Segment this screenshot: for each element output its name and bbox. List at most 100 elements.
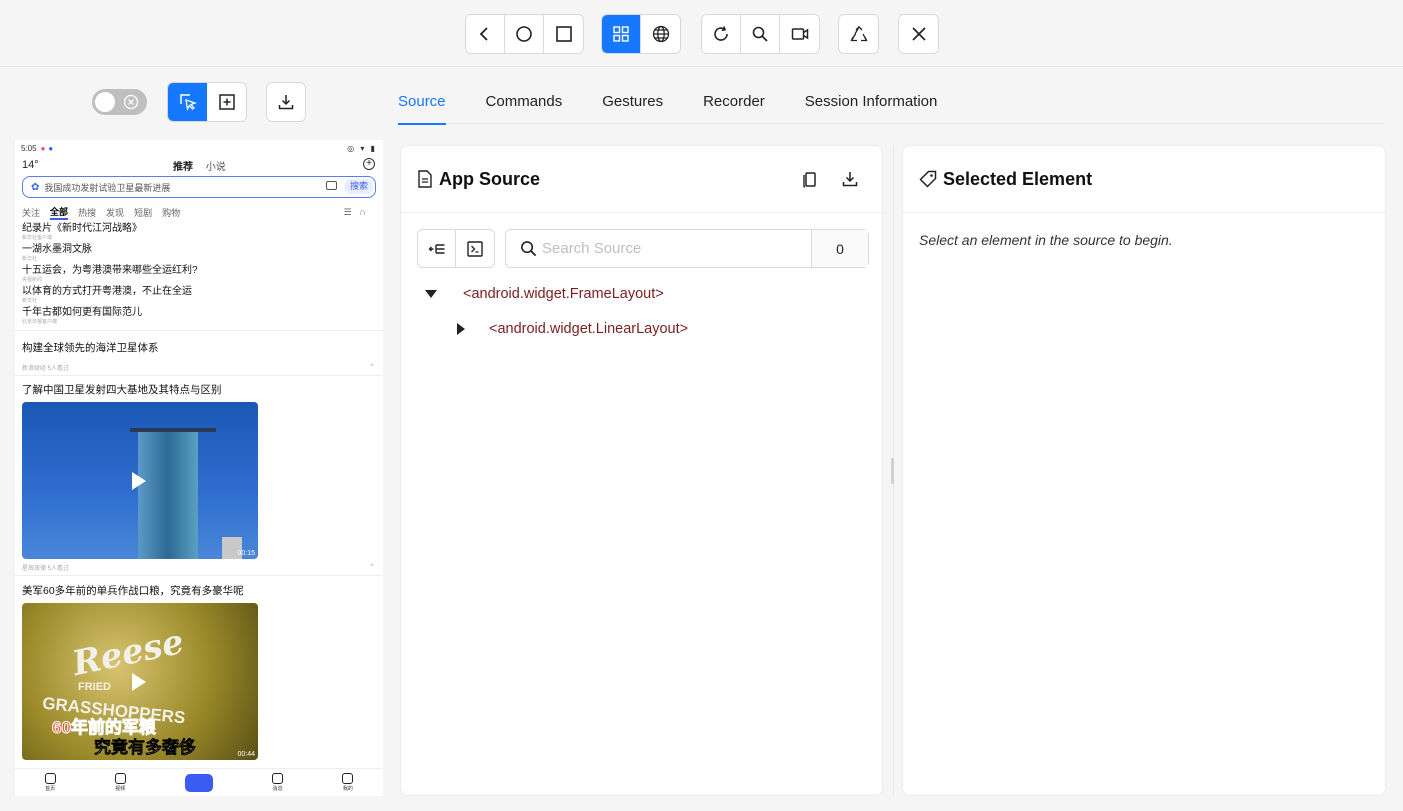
tag-icon bbox=[919, 170, 937, 188]
interaction-mode-group bbox=[167, 82, 247, 122]
caret-down-icon[interactable] bbox=[425, 290, 437, 298]
news-item[interactable]: 美军60多年前的单兵作战口粮，究竟有多豪华呢 Reese FRIED GRASS… bbox=[15, 579, 383, 760]
divider bbox=[15, 575, 383, 576]
close-icon[interactable]: × bbox=[370, 363, 374, 369]
nav-label: 消息 bbox=[272, 786, 283, 792]
video-camera-icon bbox=[791, 28, 808, 40]
menu-icon[interactable]: ☰ bbox=[343, 207, 351, 218]
close-session-button[interactable] bbox=[899, 15, 938, 53]
tab-commands[interactable]: Commands bbox=[486, 80, 563, 124]
camera-icon[interactable] bbox=[326, 181, 337, 190]
hot-item[interactable]: 千年古都如何更有国际范儿 北京日报客户端 bbox=[22, 306, 376, 327]
close-group bbox=[898, 14, 939, 54]
category-item[interactable]: 发现 bbox=[106, 206, 124, 219]
nav-profile[interactable]: 我的 bbox=[342, 773, 354, 792]
device-tab-novel[interactable]: 小说 bbox=[206, 162, 226, 173]
device-search-bar[interactable]: ✿ 我国成功发射试验卫星最新进展 搜索 bbox=[22, 176, 376, 198]
download-icon[interactable] bbox=[841, 170, 859, 188]
hot-item[interactable]: 以体育的方式打开粤港澳，不止在全运 新华社 bbox=[22, 285, 376, 306]
square-icon bbox=[555, 26, 572, 42]
video-thumbnail[interactable]: 00:15 bbox=[22, 402, 258, 559]
nav-label: 视频 bbox=[115, 786, 126, 792]
inspector-tabs: Source Commands Gestures Recorder Sessio… bbox=[398, 80, 1384, 125]
toggle-attributes-button[interactable] bbox=[418, 230, 456, 267]
native-mode-button[interactable] bbox=[602, 15, 641, 53]
hot-item[interactable]: 纪录片《新时代江河战略》 新华社客户端 bbox=[22, 222, 376, 243]
device-search-text: 我国成功发射试验卫星最新进展 bbox=[44, 182, 171, 193]
selected-element-title: Selected Element bbox=[943, 168, 1093, 189]
caret-right-icon[interactable] bbox=[457, 323, 465, 335]
category-item[interactable]: 短剧 bbox=[134, 206, 152, 219]
empty-selection-message: Select an element in the source to begin… bbox=[919, 232, 1173, 248]
search-button[interactable] bbox=[741, 15, 780, 53]
record-button[interactable] bbox=[780, 15, 819, 53]
news-title: 美军60多年前的单兵作战口粮，究竟有多豪华呢 bbox=[22, 585, 244, 597]
home-button[interactable] bbox=[505, 15, 544, 53]
tab-session-information[interactable]: Session Information bbox=[805, 80, 938, 124]
tap-coordinates-button[interactable] bbox=[207, 83, 246, 121]
tree-node-linearlayout[interactable]: <android.widget.LinearLayout> bbox=[457, 321, 688, 337]
video-brand-text: Reese bbox=[69, 621, 188, 685]
hot-item[interactable]: 一湖水墨洞文脉 新华社 bbox=[22, 243, 376, 264]
news-meta: 新浪财经 5人看过 × bbox=[22, 363, 376, 372]
category-item[interactable]: 热搜 bbox=[78, 206, 96, 219]
source-search-input[interactable] bbox=[506, 230, 811, 267]
category-item[interactable]: 购物 bbox=[162, 206, 180, 219]
plus-square-icon bbox=[218, 94, 235, 110]
add-icon[interactable]: + bbox=[363, 158, 375, 170]
nav-label: 首页 bbox=[45, 786, 56, 792]
device-header: 14° 推荐 小说 + bbox=[15, 156, 383, 174]
category-item[interactable]: 关注 bbox=[22, 206, 40, 219]
news-meta: 星辰旅律 5人看过 × bbox=[22, 563, 376, 572]
resize-handle[interactable] bbox=[891, 458, 894, 484]
tower-shape bbox=[138, 432, 198, 559]
refresh-button[interactable] bbox=[702, 15, 741, 53]
hot-item-title: 以体育的方式打开粤港澳，不止在全运 bbox=[22, 286, 192, 297]
tree-node-label: <android.widget.FrameLayout> bbox=[463, 286, 664, 302]
app-icon: ● bbox=[40, 143, 46, 153]
hot-item-source: 北京日报客户端 bbox=[22, 319, 58, 325]
app-switch-button[interactable] bbox=[544, 15, 583, 53]
news-item[interactable]: 构建全球领先的海洋卫星体系 新浪财经 5人看过 × bbox=[15, 334, 383, 372]
hot-item[interactable]: 十五运会，为粤港澳带来哪些全运红利? 央视新闻 bbox=[22, 264, 376, 285]
select-elements-button[interactable] bbox=[168, 83, 207, 121]
close-icon bbox=[911, 27, 926, 41]
terminal-icon bbox=[467, 240, 483, 257]
close-circle-icon bbox=[123, 94, 139, 110]
download-icon bbox=[278, 95, 294, 110]
profile-icon bbox=[342, 773, 354, 784]
tab-recorder[interactable]: Recorder bbox=[703, 80, 765, 124]
copy-xml-button[interactable] bbox=[456, 230, 494, 267]
screenshot-toggle[interactable] bbox=[92, 89, 147, 115]
video-thumbnail[interactable]: Reese FRIED GRASSHOPPERS 60年前的军粮 究竟有多奢侈 … bbox=[22, 603, 258, 760]
nav-voice[interactable] bbox=[184, 773, 213, 792]
grid-icon bbox=[613, 26, 629, 42]
device-tab-recommend[interactable]: 推荐 bbox=[173, 162, 193, 173]
download-screenshot-button[interactable] bbox=[266, 82, 306, 122]
nav-messages[interactable]: 消息 bbox=[272, 773, 284, 792]
category-item[interactable]: 全部 bbox=[50, 205, 69, 220]
play-icon bbox=[132, 673, 146, 691]
nav-video[interactable]: 视频 bbox=[114, 773, 126, 792]
copy-icon[interactable] bbox=[801, 170, 819, 188]
tree-node-framelayout[interactable]: <android.widget.FrameLayout> bbox=[425, 286, 664, 302]
toggle-knob bbox=[95, 92, 115, 112]
nav-home[interactable]: 首页 bbox=[44, 773, 56, 792]
device-screenshot[interactable]: 5:05 ● ● ◎ ▾ ▮ 14° 推荐 小说 + ✿ 我国成功发射试验卫星最… bbox=[15, 140, 383, 796]
tab-gestures[interactable]: Gestures bbox=[602, 80, 663, 124]
search-match-count: 0 bbox=[811, 230, 868, 267]
divider bbox=[15, 375, 383, 376]
notification-icon: ● bbox=[48, 143, 54, 153]
globe-icon bbox=[652, 25, 669, 43]
hot-item-title: 一湖水墨洞文脉 bbox=[22, 244, 92, 255]
close-icon[interactable]: × bbox=[370, 563, 374, 569]
news-item[interactable]: 了解中国卫星发射四大基地及其特点与区别 00:15 星辰旅律 5人看过 × bbox=[15, 379, 383, 572]
tab-source[interactable]: Source bbox=[398, 80, 446, 125]
context-group bbox=[601, 14, 681, 54]
recycle-button[interactable] bbox=[839, 15, 878, 53]
web-mode-button[interactable] bbox=[641, 15, 680, 53]
back-button[interactable] bbox=[466, 15, 505, 53]
hot-item-title: 十五运会，为粤港澳带来哪些全运红利? bbox=[22, 265, 198, 276]
headphones-icon[interactable]: ∩ bbox=[360, 207, 366, 217]
device-search-button[interactable]: 搜索 bbox=[344, 179, 373, 194]
